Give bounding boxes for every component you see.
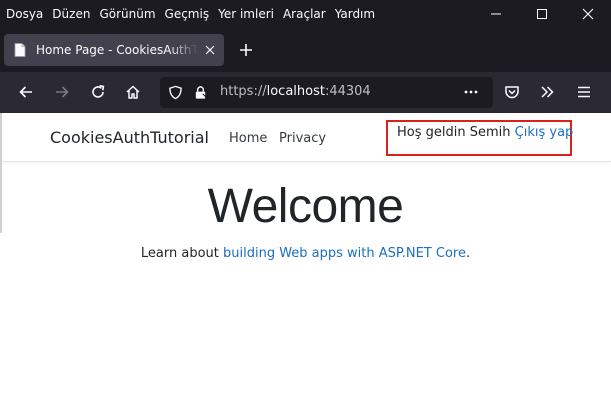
menu-yer-imleri[interactable]: Yer imleri — [218, 7, 274, 21]
logout-link[interactable]: Çıkış yap — [515, 125, 574, 140]
close-icon[interactable] — [202, 42, 218, 58]
url-host: localhost — [266, 84, 325, 99]
double-chevron-icon — [541, 86, 554, 98]
page-actions-button[interactable] — [459, 80, 483, 104]
url-text[interactable]: https://localhost:44304 — [220, 84, 371, 99]
pocket-icon — [505, 86, 519, 99]
menu-duzen[interactable]: Düzen — [52, 7, 90, 21]
forward-button[interactable] — [50, 80, 74, 104]
nav-link-home[interactable]: Home — [229, 131, 267, 146]
login-status: Hoş geldin Semih Çıkış yap — [397, 125, 573, 140]
plus-icon — [240, 44, 252, 56]
nav-toolbar: https://localhost:44304 — [0, 72, 611, 113]
reload-icon — [92, 85, 105, 98]
home-icon — [126, 85, 140, 99]
page-subtitle: Learn about building Web apps with ASP.N… — [0, 246, 611, 261]
site-navbar: CookiesAuthTutorial Home Privacy Hoş gel… — [0, 113, 611, 162]
url-port: :44304 — [324, 84, 371, 99]
home-button[interactable] — [121, 80, 145, 104]
hamburger-icon — [578, 86, 590, 98]
minimize-icon — [491, 13, 501, 15]
shield-icon[interactable] — [168, 85, 183, 100]
window-edge — [0, 113, 2, 233]
menu-gecmis[interactable]: Geçmiş — [165, 7, 210, 21]
pocket-button[interactable] — [500, 80, 524, 104]
arrow-left-icon — [19, 86, 32, 98]
url-scheme: https:// — [220, 84, 267, 99]
menu-gorunum[interactable]: Görünüm — [99, 7, 155, 21]
lock-icon[interactable] — [193, 85, 208, 100]
tab-home-page[interactable]: Home Page - CookiesAuthTutorial — [4, 34, 224, 66]
arrow-right-icon — [56, 86, 69, 98]
back-button[interactable] — [14, 80, 38, 104]
maximize-button[interactable] — [519, 0, 565, 28]
page-title: Welcome — [207, 180, 404, 233]
subtitle-suffix: . — [465, 246, 471, 261]
site-brand[interactable]: CookiesAuthTutorial — [50, 128, 209, 147]
menu-yardim[interactable]: Yardım — [335, 7, 375, 21]
reload-button[interactable] — [86, 80, 110, 104]
overflow-button[interactable] — [535, 80, 559, 104]
tab-title: Home Page - CookiesAuthTutorial — [36, 43, 198, 57]
app-menu-button[interactable] — [572, 80, 596, 104]
welcome-message: Hoş geldin Semih — [397, 125, 511, 140]
close-window-button[interactable] — [565, 0, 611, 28]
maximize-icon — [537, 9, 547, 19]
page-content: CookiesAuthTutorial Home Privacy Hoş gel… — [0, 113, 611, 418]
window-controls — [473, 0, 611, 28]
subtitle-prefix: Learn about — [140, 246, 223, 261]
minimize-button[interactable] — [473, 0, 519, 28]
tab-strip: Home Page - CookiesAuthTutorial — [0, 28, 611, 70]
aspnet-docs-link[interactable]: building Web apps with ASP.NET Core — [223, 246, 466, 261]
page-icon — [14, 43, 26, 57]
ellipsis-icon — [464, 90, 478, 94]
login-status-highlight: Hoş geldin Semih Çıkış yap — [386, 120, 573, 156]
nav-link-privacy[interactable]: Privacy — [279, 131, 326, 146]
new-tab-button[interactable] — [236, 40, 256, 60]
url-bar[interactable]: https://localhost:44304 — [160, 77, 493, 108]
menu-dosya[interactable]: Dosya — [6, 7, 43, 21]
close-window-icon — [582, 8, 594, 20]
menu-araclar[interactable]: Araçlar — [283, 7, 326, 21]
